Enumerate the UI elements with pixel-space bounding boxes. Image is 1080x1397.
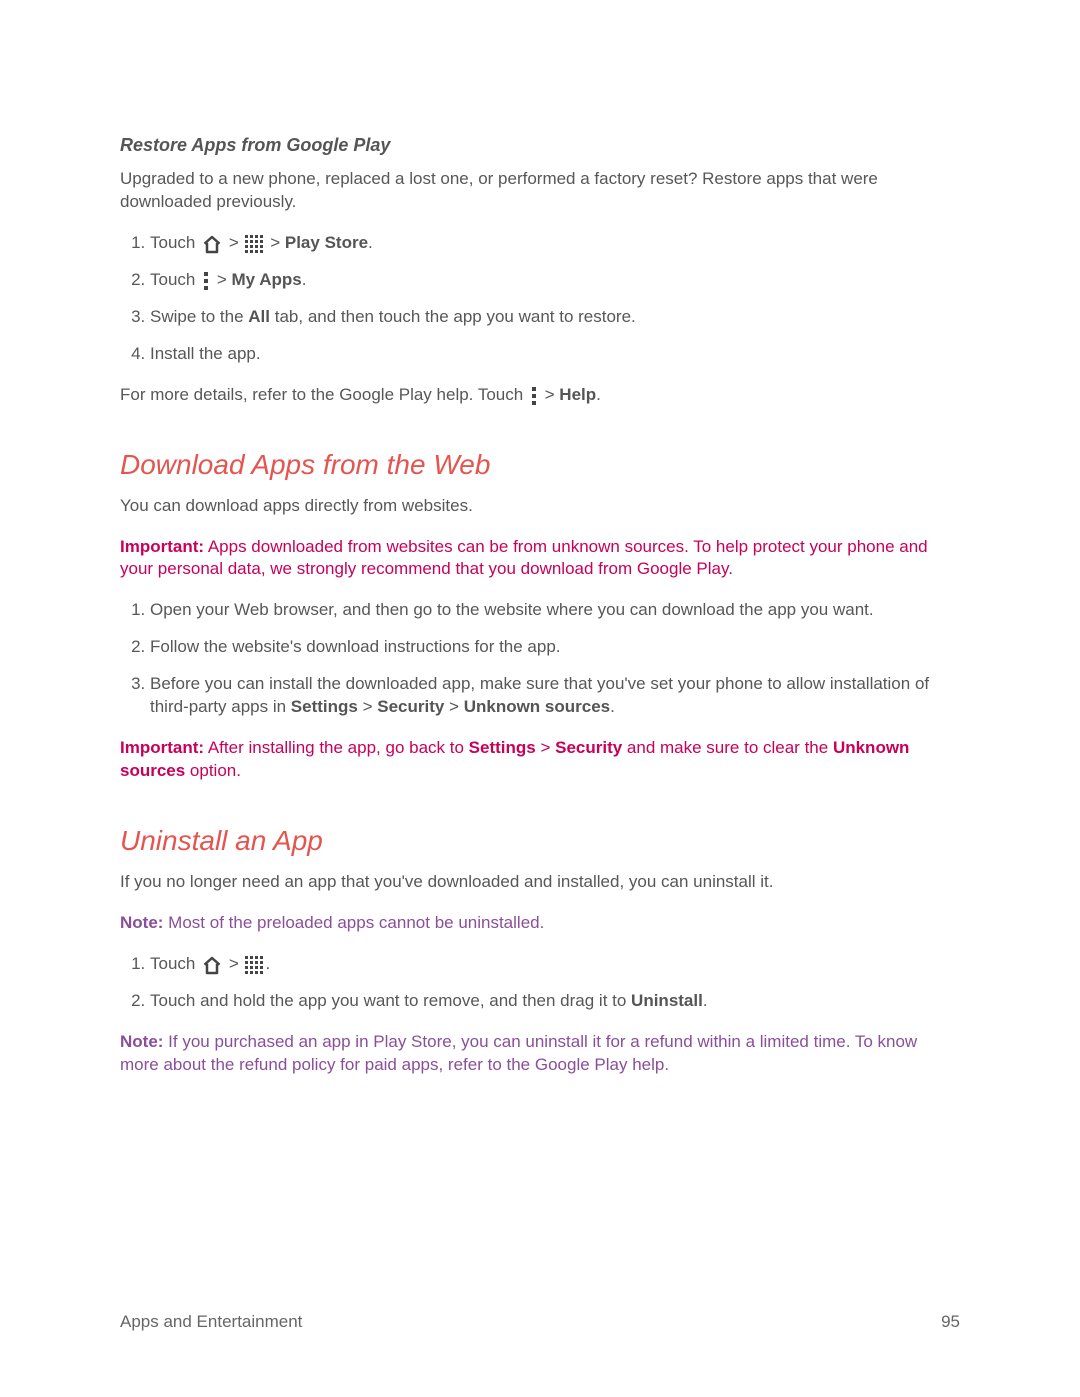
- bold-text: Settings: [291, 697, 358, 716]
- text: >: [217, 270, 232, 289]
- home-icon: [202, 235, 222, 254]
- paragraph: Upgraded to a new phone, replaced a lost…: [120, 168, 960, 214]
- note: Note: If you purchased an app in Play St…: [120, 1031, 960, 1077]
- text: >: [270, 233, 285, 252]
- bold-text: Security: [555, 738, 622, 757]
- list-item: Touch > My Apps.: [150, 269, 960, 292]
- list-item: Install the app.: [150, 343, 960, 366]
- home-icon: [202, 956, 222, 975]
- steps-list: Touch > . Touch and hold th: [120, 953, 960, 1013]
- text: .: [703, 991, 708, 1010]
- bold-text: Settings: [469, 738, 536, 757]
- list-item: Swipe to the All tab, and then touch the…: [150, 306, 960, 329]
- list-item: Before you can install the downloaded ap…: [150, 673, 960, 719]
- bold-text: Play Store: [285, 233, 368, 252]
- text: Touch: [150, 233, 200, 252]
- note-label: Note:: [120, 913, 163, 932]
- bold-text: Uninstall: [631, 991, 703, 1010]
- text: .: [596, 385, 601, 404]
- text: >: [545, 385, 560, 404]
- bold-text: Unknown sources: [464, 697, 610, 716]
- apps-grid-icon: [245, 235, 263, 253]
- text: Most of the preloaded apps cannot be uni…: [163, 913, 544, 932]
- bold-text: All: [248, 307, 270, 326]
- paragraph: You can download apps directly from webs…: [120, 495, 960, 518]
- note-label: Note:: [120, 1032, 163, 1051]
- document-page: Restore Apps from Google Play Upgraded t…: [0, 0, 1080, 1397]
- list-item: Touch > .: [150, 953, 960, 976]
- page-number: 95: [941, 1312, 960, 1332]
- text: .: [368, 233, 373, 252]
- text: For more details, refer to the Google Pl…: [120, 385, 528, 404]
- text: tab, and then touch the app you want to …: [270, 307, 636, 326]
- text: Touch: [150, 954, 200, 973]
- text: If you purchased an app in Play Store, y…: [120, 1032, 917, 1074]
- text: .: [610, 697, 615, 716]
- text: >: [536, 738, 555, 757]
- text: Touch: [150, 270, 200, 289]
- text: .: [302, 270, 307, 289]
- paragraph: For more details, refer to the Google Pl…: [120, 384, 960, 407]
- apps-grid-icon: [245, 956, 263, 974]
- list-item: Open your Web browser, and then go to th…: [150, 599, 960, 622]
- list-item: Follow the website's download instructio…: [150, 636, 960, 659]
- heading-download-web: Download Apps from the Web: [120, 449, 960, 481]
- steps-list: Touch > > Play Store.: [120, 232, 960, 366]
- important-note: Important: Apps downloaded from websites…: [120, 536, 960, 582]
- text: >: [358, 697, 377, 716]
- note: Note: Most of the preloaded apps cannot …: [120, 912, 960, 935]
- heading-uninstall: Uninstall an App: [120, 825, 960, 857]
- important-label: Important:: [120, 537, 204, 556]
- overflow-menu-icon: [202, 271, 210, 291]
- text: Touch and hold the app you want to remov…: [150, 991, 631, 1010]
- list-item: Touch > > Play Store.: [150, 232, 960, 255]
- overflow-menu-icon: [530, 386, 538, 406]
- page-footer: Apps and Entertainment 95: [120, 1312, 960, 1332]
- footer-section-title: Apps and Entertainment: [120, 1312, 302, 1332]
- list-item: Touch and hold the app you want to remov…: [150, 990, 960, 1013]
- important-label: Important:: [120, 738, 204, 757]
- text: option.: [185, 761, 241, 780]
- bold-text: My Apps: [231, 270, 301, 289]
- bold-text: Security: [377, 697, 444, 716]
- steps-list: Open your Web browser, and then go to th…: [120, 599, 960, 719]
- text: >: [444, 697, 463, 716]
- text: >: [229, 233, 244, 252]
- text: and make sure to clear the: [622, 738, 833, 757]
- bold-text: Help: [559, 385, 596, 404]
- text: >: [229, 954, 244, 973]
- text: After installing the app, go back to: [204, 738, 469, 757]
- important-note: Important: After installing the app, go …: [120, 737, 960, 783]
- text: Apps downloaded from websites can be fro…: [120, 537, 928, 579]
- paragraph: If you no longer need an app that you've…: [120, 871, 960, 894]
- text: .: [265, 954, 270, 973]
- text: Swipe to the: [150, 307, 248, 326]
- heading-restore-apps: Restore Apps from Google Play: [120, 135, 960, 156]
